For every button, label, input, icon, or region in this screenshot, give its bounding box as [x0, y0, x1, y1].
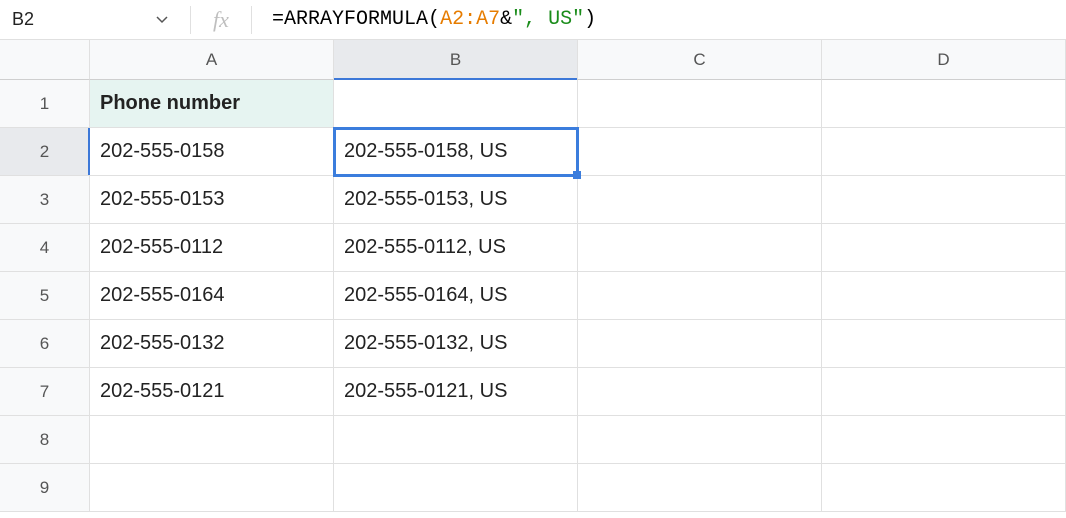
cell-B5[interactable]: 202-555-0164, US [334, 272, 578, 320]
cell-A7[interactable]: 202-555-0121 [90, 368, 334, 416]
row-6: 202-555-0132 202-555-0132, US [90, 320, 1066, 368]
cell-D3[interactable] [822, 176, 1066, 224]
cell-D1[interactable] [822, 80, 1066, 128]
formula-token-fn: ARRAYFORMULA [284, 8, 428, 31]
row-3: 202-555-0153 202-555-0153, US [90, 176, 1066, 224]
formula-token-string: ", US" [512, 8, 584, 31]
cell-D8[interactable] [822, 416, 1066, 464]
select-all-corner[interactable] [0, 40, 90, 80]
cell-A1[interactable]: Phone number [90, 80, 334, 128]
formula-token-range: A2:A7 [440, 8, 500, 31]
cell-B6[interactable]: 202-555-0132, US [334, 320, 578, 368]
chevron-down-icon [156, 16, 168, 24]
row-header-9[interactable]: 9 [0, 464, 90, 512]
cell-A2[interactable]: 202-555-0158 [90, 128, 334, 176]
formula-token-open: ( [428, 8, 440, 31]
cell-C1[interactable] [578, 80, 822, 128]
cell-C8[interactable] [578, 416, 822, 464]
cell-D7[interactable] [822, 368, 1066, 416]
cell-B4[interactable]: 202-555-0112, US [334, 224, 578, 272]
name-box-dropdown[interactable] [90, 16, 180, 24]
formula-token-amp: & [500, 8, 512, 31]
divider [190, 6, 191, 34]
grid: A B C D Phone number 202-555-0158 202-55… [90, 40, 1066, 512]
fx-icon: fx [201, 7, 241, 33]
col-header-A[interactable]: A [90, 40, 334, 80]
formula-token-eq: = [272, 8, 284, 31]
row-header-5[interactable]: 5 [0, 272, 90, 320]
formula-input[interactable]: =ARRAYFORMULA(A2:A7&", US") [262, 8, 1066, 31]
cell-C4[interactable] [578, 224, 822, 272]
row-header-7[interactable]: 7 [0, 368, 90, 416]
cell-D5[interactable] [822, 272, 1066, 320]
name-box[interactable]: B2 [0, 9, 90, 30]
row-gutter: 1 2 3 4 5 6 7 8 9 [0, 40, 90, 512]
cell-D9[interactable] [822, 464, 1066, 512]
col-header-B[interactable]: B [334, 40, 578, 80]
cell-D2[interactable] [822, 128, 1066, 176]
row-header-1[interactable]: 1 [0, 80, 90, 128]
formula-bar-row: B2 fx =ARRAYFORMULA(A2:A7&", US") [0, 0, 1066, 40]
cell-B3[interactable]: 202-555-0153, US [334, 176, 578, 224]
cell-B1[interactable] [334, 80, 578, 128]
row-2: 202-555-0158 202-555-0158, US [90, 128, 1066, 176]
row-header-4[interactable]: 4 [0, 224, 90, 272]
row-5: 202-555-0164 202-555-0164, US [90, 272, 1066, 320]
cell-D6[interactable] [822, 320, 1066, 368]
cell-C7[interactable] [578, 368, 822, 416]
cell-B7[interactable]: 202-555-0121, US [334, 368, 578, 416]
col-header-D[interactable]: D [822, 40, 1066, 80]
formula-token-close: ) [584, 8, 596, 31]
cell-A9[interactable] [90, 464, 334, 512]
row-header-3[interactable]: 3 [0, 176, 90, 224]
col-header-C[interactable]: C [578, 40, 822, 80]
row-header-6[interactable]: 6 [0, 320, 90, 368]
cell-C2[interactable] [578, 128, 822, 176]
row-9 [90, 464, 1066, 512]
spreadsheet: 1 2 3 4 5 6 7 8 9 A B C D Phone number 2… [0, 40, 1066, 512]
cell-A8[interactable] [90, 416, 334, 464]
cell-C5[interactable] [578, 272, 822, 320]
cell-C3[interactable] [578, 176, 822, 224]
row-header-8[interactable]: 8 [0, 416, 90, 464]
cell-B8[interactable] [334, 416, 578, 464]
row-1: Phone number [90, 80, 1066, 128]
divider [251, 6, 252, 34]
row-header-2[interactable]: 2 [0, 128, 90, 176]
column-header-row: A B C D [90, 40, 1066, 80]
cell-A6[interactable]: 202-555-0132 [90, 320, 334, 368]
cell-B2[interactable]: 202-555-0158, US [334, 128, 578, 176]
cell-C6[interactable] [578, 320, 822, 368]
row-7: 202-555-0121 202-555-0121, US [90, 368, 1066, 416]
cell-D4[interactable] [822, 224, 1066, 272]
cell-A4[interactable]: 202-555-0112 [90, 224, 334, 272]
row-4: 202-555-0112 202-555-0112, US [90, 224, 1066, 272]
cell-C9[interactable] [578, 464, 822, 512]
cell-A5[interactable]: 202-555-0164 [90, 272, 334, 320]
row-8 [90, 416, 1066, 464]
cell-A3[interactable]: 202-555-0153 [90, 176, 334, 224]
cell-B9[interactable] [334, 464, 578, 512]
